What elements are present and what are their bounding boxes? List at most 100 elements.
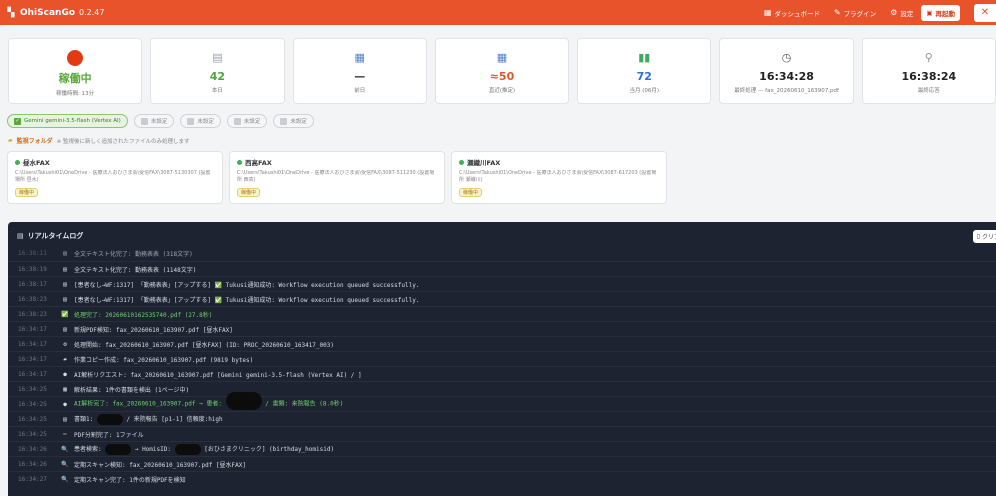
log-message: 定期スキャン完了: 1件の新規PDFを検知	[74, 475, 186, 484]
gear-icon: ⚙	[890, 8, 897, 17]
scissors-icon: ✂	[60, 431, 70, 438]
log-message: 新規PDF検知: fax_20260610_163907.pdf [昼水FAX]	[74, 325, 233, 334]
log-time: 16:34:26	[18, 461, 60, 468]
log-row: 16:34:17 ▤ 新規PDF検知: fax_20260610_163907.pd…	[8, 321, 996, 336]
document-icon: ▤	[60, 296, 70, 303]
log-time: 16:34:25	[18, 386, 60, 393]
document-icon: ▤	[60, 281, 70, 288]
antenna-icon: ⚲	[925, 49, 933, 66]
nav-plugins-label: プラグイン	[844, 8, 877, 18]
folder-name: 瀬織川FAX	[467, 157, 500, 167]
folder-card[interactable]: 瀬織川FAX C:\Users\Takushi01\OneDrive - 医療法…	[451, 151, 667, 204]
log-panel: ▤ リアルタイムログ ▯ クリア 16:38:11▤全文テキスト化完了: 勤務表…	[8, 222, 996, 496]
stat-sub: 前日	[354, 86, 365, 94]
log-message: [患者なし→WF:1317] 「勤務表表」[アップする] ✅ Tukusi通知成…	[74, 295, 419, 304]
gear-icon: ⚙	[60, 341, 70, 348]
log-time: 16:34:17	[18, 356, 60, 363]
folder-icon: ▰	[8, 137, 13, 144]
log-row: 16:34:25 ● AI解析完了: fax_20260610_163907.pdf…	[8, 396, 996, 411]
log-row: 16:34:26 🔍 定期スキャン検知: fax_20260610_163907.p…	[8, 456, 996, 471]
folder-path: C:\Users\Takushi01\OneDrive - 医療法人おひさま会\…	[237, 170, 437, 184]
model-chip-unset[interactable]: 未設定	[273, 114, 314, 128]
stat-sub: 最終処理 — fax_20260610_163907.pdf	[734, 86, 839, 94]
model-chip-unset[interactable]: 未設定	[180, 114, 221, 128]
stat-value: 稼働中	[59, 70, 92, 86]
trash-icon: ▯	[977, 233, 980, 240]
nav-dashboard[interactable]: ▦ ダッシュボード	[764, 8, 820, 18]
app-header: ▚ OhiScanGo 0.2.47 ▦ ダッシュボード ✎ プラグイン ⚙ …	[0, 0, 996, 25]
log-row: 16:38:11 ▤ 全文テキスト化完了: 勤務表表 (318文字)	[8, 246, 996, 261]
log-message: 全文テキスト化完了: 勤務表表 (1148文字)	[74, 265, 196, 274]
log-time: 16:34:26	[18, 446, 60, 453]
search-icon: 🔍	[60, 461, 70, 468]
log-row: 16:34:17 ● AI解析リクエスト: fax_20260610_163907.…	[8, 366, 996, 381]
log-message: AI解析完了: fax_20260610_163907.pdf → 患者: / …	[74, 395, 343, 413]
redaction-mark	[105, 444, 131, 455]
active-dot-icon	[15, 160, 20, 165]
stat-card-today: ▤ 42 本日	[150, 38, 284, 104]
log-time: 16:34:25	[18, 431, 60, 438]
log-message: 書類1: / 来院報告 [p1-1] 信頼度:high	[74, 414, 223, 425]
log-row: 16:34:25 ▦ 解析結果: 1件の書類を検出 (1ページ中)	[8, 381, 996, 396]
stats-row: 稼働中 稼働時間: 13分 ▤ 42 本日 ▦ — 前日 ▦ ≈50 直近(推定…	[0, 25, 996, 104]
stat-card-last-process: ◷ 16:34:28 最終処理 — fax_20260610_163907.pd…	[719, 38, 853, 104]
app-name: OhiScanGo	[20, 8, 75, 18]
folder-icon: ▰	[60, 356, 70, 363]
log-time: 16:34:17	[18, 341, 60, 348]
folder-card[interactable]: 昼水FAX C:\Users\Takushi01\OneDrive - 医療法人…	[7, 151, 223, 204]
stat-card-recent: ▦ ≈50 直近(推定)	[435, 38, 569, 104]
search-icon: 🔍	[60, 476, 70, 483]
stat-value: 42	[210, 70, 225, 83]
clipboard-icon: ▤	[17, 232, 24, 240]
stat-sub: 本日	[212, 86, 223, 94]
chip-label: Gemini gemini-3.5-flash (Vertex AI)	[24, 118, 121, 124]
log-message: 患者検索: → HomisID: [おひさまクリニック] (birthday_h…	[74, 444, 334, 455]
log-message: AI解析リクエスト: fax_20260610_163907.pdf [Gemi…	[74, 370, 362, 379]
model-chip-gemini[interactable]: ✓ Gemini gemini-3.5-flash (Vertex AI)	[7, 114, 128, 128]
log-title: リアルタイムログ	[28, 231, 84, 241]
nav-settings[interactable]: ⚙ 設定	[890, 8, 913, 18]
folder-name: 昼水FAX	[23, 157, 50, 167]
log-row: 16:38:23 ▤ [患者なし→WF:1317] 「勤務表表」[アップする] ✅ …	[8, 291, 996, 306]
nav-plugins[interactable]: ✎ プラグイン	[834, 8, 876, 18]
header-nav: ▦ ダッシュボード ✎ プラグイン ⚙ 設定 ▣ 再起動 ✕	[764, 0, 996, 25]
document-icon: ▤	[60, 326, 70, 333]
stat-card-yesterday: ▦ — 前日	[293, 38, 427, 104]
close-button[interactable]: ✕	[974, 4, 996, 22]
active-dot-icon	[237, 160, 242, 165]
redaction-mark	[97, 414, 123, 425]
brain-icon: ●	[60, 401, 70, 408]
stat-card-status: 稼働中 稼働時間: 13分	[8, 38, 142, 104]
model-chip-unset[interactable]: 未設定	[134, 114, 175, 128]
document-icon: ▤	[212, 49, 222, 66]
nav-settings-label: 設定	[900, 8, 913, 18]
log-row: 16:34:25 ▤ 書類1: / 来院報告 [p1-1] 信頼度:high	[8, 411, 996, 426]
restart-label: 再起動	[936, 8, 956, 18]
folder-status-badge: 稼働中	[459, 188, 482, 197]
log-time: 16:38:11	[18, 250, 60, 257]
log-message: [患者なし→WF:1317] 「勤務表表」[アップする] ✅ Tukusi通知成…	[74, 280, 419, 289]
chip-label: 未設定	[244, 117, 261, 125]
folder-path: C:\Users\Takushi01\OneDrive - 医療法人おひさま会\…	[15, 170, 215, 184]
log-message: 全文テキスト化完了: 勤務表表 (318文字)	[74, 249, 193, 258]
stat-value: 16:34:28	[759, 70, 814, 83]
document-icon: ▤	[60, 250, 70, 257]
clear-log-button[interactable]: ▯ クリア	[973, 230, 996, 243]
log-row: 16:38:23 ✅ 処理完了: 20260610162535740.pdf (27…	[8, 306, 996, 321]
checkbox-empty-icon	[141, 118, 148, 125]
log-time: 16:34:17	[18, 326, 60, 333]
clear-label: クリア	[982, 232, 996, 241]
app-logo-icon: ▚	[6, 7, 16, 19]
active-dot-icon	[459, 160, 464, 165]
log-time: 16:38:23	[18, 311, 60, 318]
document-icon: ▤	[60, 416, 70, 423]
folder-card[interactable]: 西高FAX C:\Users\Takushi01\OneDrive - 医療法人…	[229, 151, 445, 204]
log-message: 定期スキャン検知: fax_20260610_163907.pdf [昼水FAX…	[74, 460, 246, 469]
calendar-icon: ▦	[497, 49, 507, 66]
chip-label: 未設定	[151, 117, 168, 125]
restart-button[interactable]: ▣ 再起動	[921, 5, 960, 21]
model-chip-unset[interactable]: 未設定	[227, 114, 268, 128]
log-time: 16:38:19	[18, 266, 60, 273]
log-list[interactable]: 16:38:11 ▤ 全文テキスト化完了: 勤務表表 (318文字) 16:38:19…	[8, 246, 996, 496]
log-time: 16:34:17	[18, 371, 60, 378]
